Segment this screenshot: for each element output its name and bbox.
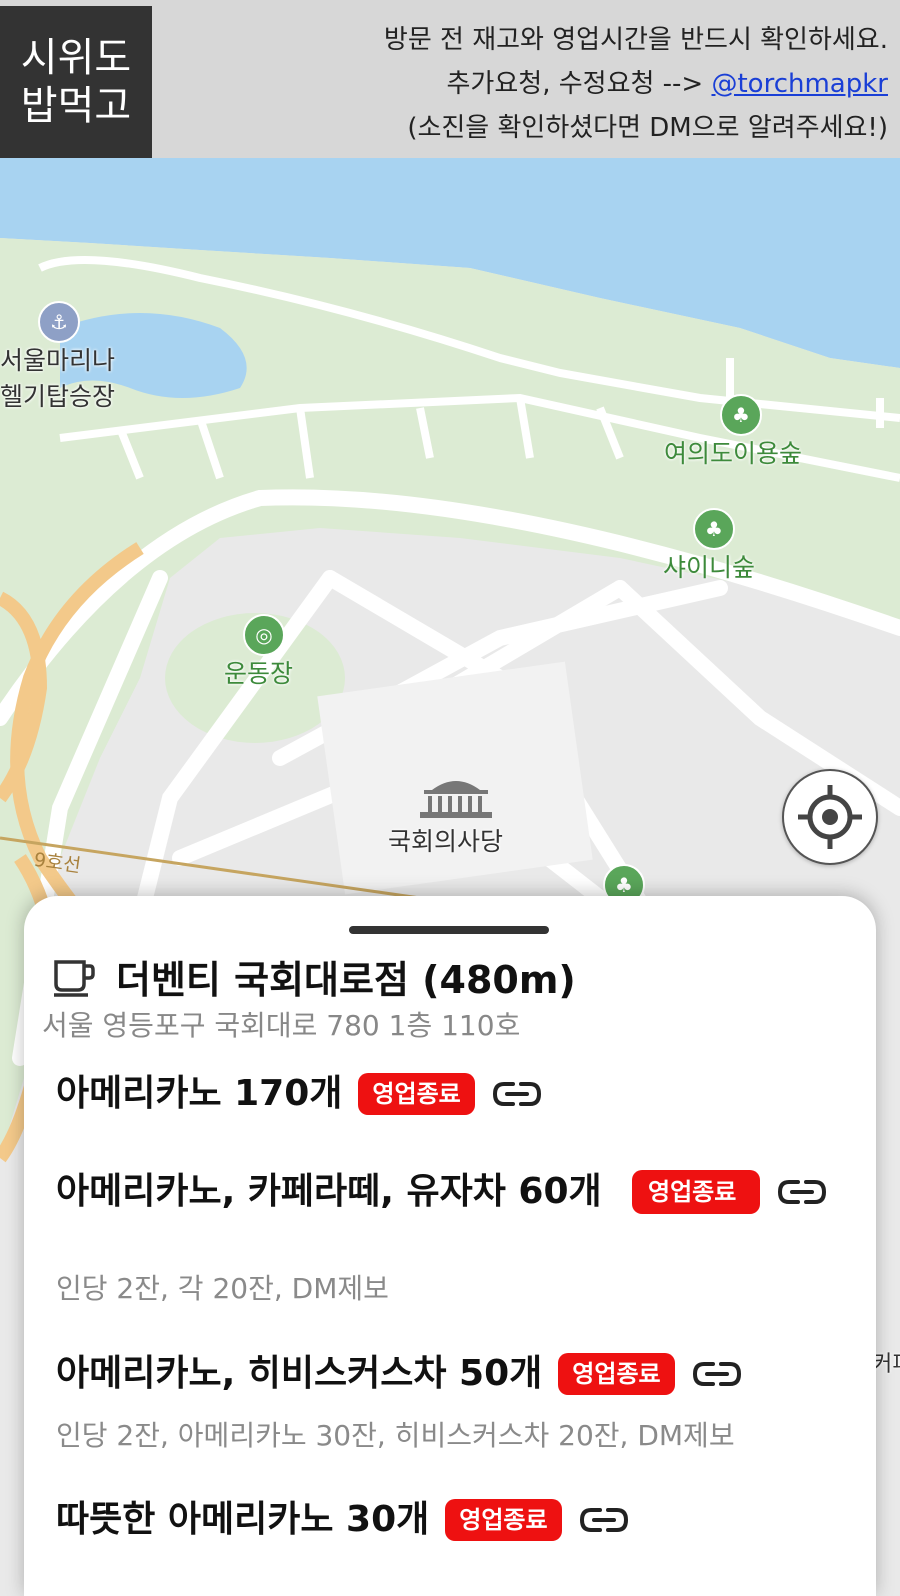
torchmap-link[interactable]: @torchmapkr (711, 69, 888, 99)
tree-icon[interactable]: ♣ (720, 394, 762, 436)
forest-label-yeouido[interactable]: 여의도이용숲 (664, 434, 802, 470)
status-badge: 영업종료 (358, 1073, 475, 1115)
crosshair-icon (798, 785, 862, 849)
menu-item: 따뜻한 아메리카노 30개 영업종료 (56, 1496, 630, 1544)
status-badge: 영업종료 (632, 1170, 760, 1214)
assembly-label[interactable]: 국회의사당 (388, 822, 503, 858)
marina-icon[interactable]: ⚓ (38, 301, 80, 343)
menu-item-name: 아메리카노, 카페라떼, 유자차 60개 (56, 1171, 602, 1212)
link-icon[interactable] (491, 1079, 543, 1109)
edge-map-label: 커피 (872, 1352, 900, 1377)
menu-item: 아메리카노, 히비스커스차 50개 영업종료 (56, 1350, 743, 1398)
menu-item-name: 아메리카노, 히비스커스차 50개 (56, 1353, 543, 1394)
status-badge: 영업종료 (558, 1353, 675, 1395)
notice-line-1: 방문 전 재고와 영업시간을 반드시 확인하세요. (383, 25, 888, 55)
stadium-icon[interactable]: ◎ (243, 614, 285, 656)
notice-text: 방문 전 재고와 영업시간을 반드시 확인하세요. 추가요청, 수정요청 -->… (384, 18, 888, 150)
marina-label[interactable]: 서울마리나 헬기탑승장 (0, 341, 115, 413)
menu-item-name: 아메리카노 170개 (56, 1073, 343, 1114)
link-icon[interactable] (691, 1359, 743, 1389)
store-title-row: 더벤티 국회대로점 (480m) (52, 946, 576, 1006)
marina-label-line-1: 서울마리나 (0, 346, 116, 375)
notice-line-3: (소진을 확인하셨다면 DM으로 알려주세요!) (407, 113, 888, 143)
current-location-button[interactable] (782, 769, 878, 865)
tree-icon[interactable]: ♣ (693, 508, 735, 550)
stadium-label[interactable]: 운동장 (224, 654, 293, 690)
store-detail-sheet[interactable]: 더벤티 국회대로점 (480m) 서울 영등포구 국회대로 780 1층 110… (24, 896, 876, 1596)
marina-label-line-2: 헬기탑승장 (0, 382, 116, 411)
store-title: 더벤티 국회대로점 (480m) (116, 957, 576, 1002)
logo-line-1: 시위도 (20, 35, 132, 81)
menu-item-name: 따뜻한 아메리카노 30개 (56, 1499, 430, 1540)
link-icon[interactable] (578, 1505, 630, 1535)
notice-line-2-prefix: 추가요청, 수정요청 --> (446, 69, 712, 99)
notice-line-2: 추가요청, 수정요청 --> @torchmapkr (384, 62, 888, 106)
coffee-cup-icon (54, 960, 95, 997)
menu-item-note: 인당 2잔, 각 20잔, DM제보 (56, 1272, 389, 1305)
menu-item: 아메리카노 170개 영업종료 (56, 1070, 543, 1118)
status-badge: 영업종료 (445, 1499, 562, 1541)
forest-label-shiny[interactable]: 샤이니숲 (663, 548, 755, 584)
menu-item-note: 인당 2잔, 아메리카노 30잔, 히비스커스차 20잔, DM제보 (56, 1419, 735, 1452)
link-icon[interactable] (776, 1177, 828, 1207)
store-address: 서울 영등포구 국회대로 780 1층 110호 (42, 1009, 521, 1042)
menu-item: 아메리카노, 카페라떼, 유자차 60개 영업종료 (56, 1168, 828, 1216)
logo-line-2: 밥먹고 (20, 83, 132, 129)
assembly-building-icon[interactable] (416, 776, 496, 820)
sheet-drag-handle[interactable] (349, 926, 549, 934)
header-banner: 시위도 밥먹고 방문 전 재고와 영업시간을 반드시 확인하세요. 추가요청, … (0, 0, 900, 158)
app-logo[interactable]: 시위도 밥먹고 (0, 6, 152, 158)
